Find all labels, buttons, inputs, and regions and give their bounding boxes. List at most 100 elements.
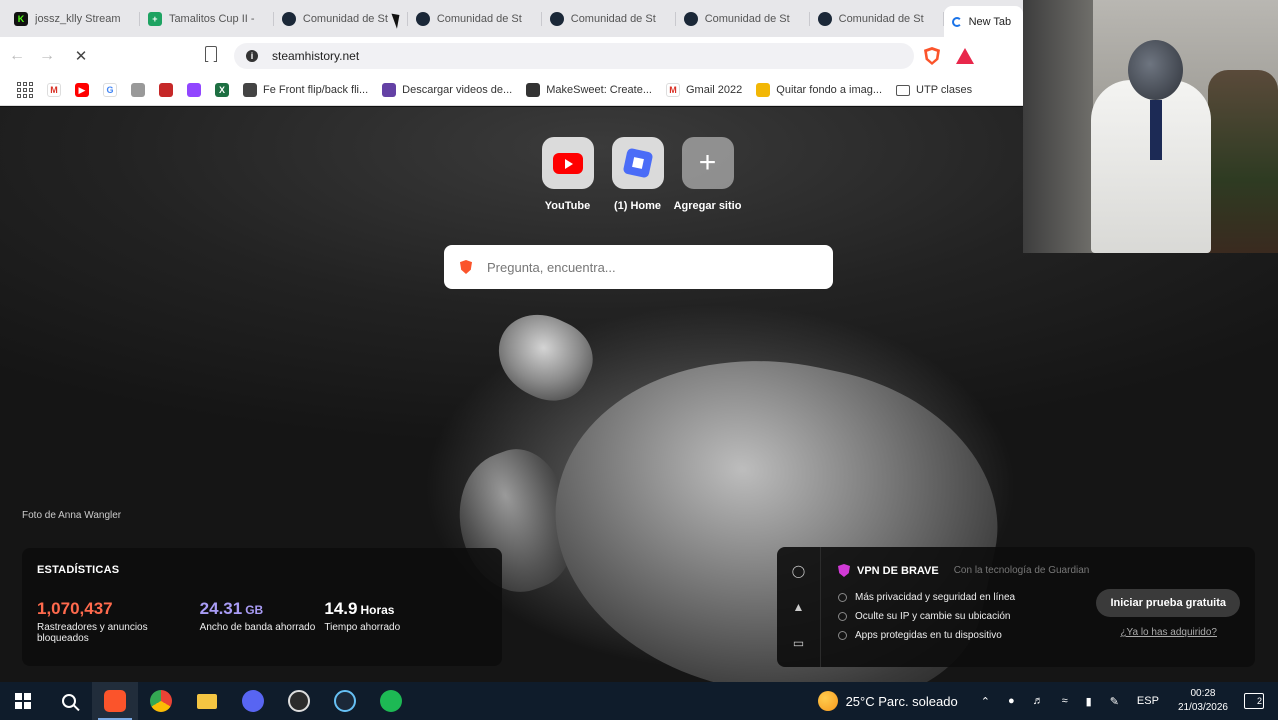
bookmark-youtube[interactable]: ▶: [68, 83, 96, 97]
microphone-icon[interactable]: ●: [1008, 695, 1015, 707]
shortcut-label: Agregar sitio: [673, 200, 742, 212]
stat-label: Ancho de banda ahorrado: [199, 622, 316, 633]
bookmark-excel[interactable]: X: [208, 83, 236, 97]
search-placeholder: Pregunta, encuentra...: [487, 259, 616, 275]
search-icon: [62, 694, 76, 708]
bookmark-item[interactable]: M Gmail 2022: [659, 83, 749, 97]
brave-rewards-icon[interactable]: [956, 48, 974, 64]
search-box[interactable]: Pregunta, encuentra...: [444, 245, 833, 289]
discord-icon: [242, 690, 264, 712]
bookmark-google[interactable]: G: [96, 83, 124, 97]
tab-steam-community-5[interactable]: Comunidad de St: [810, 4, 944, 34]
bookmark-gmail[interactable]: M: [40, 83, 68, 97]
address-bar[interactable]: i steamhistory.net: [234, 43, 914, 69]
loading-icon: [951, 16, 962, 27]
shortcut-tile: [611, 137, 664, 189]
start-trial-button[interactable]: Iniciar prueba gratuita: [1096, 589, 1240, 617]
vpn-powered-by: Con la tecnología de Guardian: [953, 565, 1090, 576]
weather-text[interactable]: 25°C Parc. soleado: [846, 694, 958, 709]
talk-icon[interactable]: ▭: [793, 636, 804, 650]
steam-icon: [683, 11, 698, 26]
back-button[interactable]: ←: [4, 43, 30, 69]
bookmark-item[interactable]: Quitar fondo a imag...: [749, 83, 889, 97]
clock-date: 21/03/2026: [1177, 702, 1228, 713]
weather-icon[interactable]: [817, 691, 838, 711]
bookmark-twitch[interactable]: [180, 83, 208, 97]
taskbar-discord[interactable]: [230, 682, 276, 720]
shortcut-roblox-home[interactable]: (1) Home: [610, 137, 665, 212]
top-sites: YouTube (1) Home + Agregar sitio: [540, 137, 741, 212]
chevron-up-icon[interactable]: ⌃: [981, 695, 990, 708]
notification-center-icon[interactable]: 2: [1244, 693, 1264, 709]
url-text: steamhistory.net: [272, 49, 360, 63]
tab-title: Comunidad de St: [436, 12, 522, 25]
youtube-icon: ▶: [75, 83, 89, 97]
apps-grid-icon: [17, 82, 33, 98]
system-tray: 25°C Parc. soleado ⌃ ● ♬ ≈ ▮ ✎ ESP 00:28…: [817, 682, 1278, 720]
check-icon: [838, 593, 847, 602]
pen-icon[interactable]: ✎: [1110, 695, 1119, 708]
stat-value: 1,070,437: [37, 599, 113, 618]
bookmark-item[interactable]: MakeSweet: Create...: [519, 83, 659, 97]
tab-strip: K jossz_klly Stream + Tamalitos Cup II -…: [0, 0, 1023, 37]
taskbar-file-explorer[interactable]: [184, 682, 230, 720]
vpn-feature: Más privacidad y seguridad en línea: [838, 588, 1015, 607]
bookmark-folder[interactable]: UTP clases: [889, 84, 979, 96]
battery-icon[interactable]: ▮: [1086, 695, 1092, 708]
chrome-icon: [150, 690, 172, 712]
stat-bandwidth: 24.31 GB Ancho de banda ahorrado: [200, 599, 325, 644]
stat-time: 14.9 Horas Tiempo ahorrado: [324, 599, 487, 644]
webcam-person-tie: [1150, 100, 1162, 160]
search-button[interactable]: [46, 682, 92, 720]
tab-title: New Tab: [968, 15, 1012, 28]
language-indicator[interactable]: ESP: [1137, 695, 1159, 707]
kick-icon: K: [14, 11, 28, 26]
spotify-icon: [380, 690, 402, 712]
taskbar-steam[interactable]: [322, 682, 368, 720]
bookmark-label: Gmail 2022: [686, 84, 743, 96]
steam-icon: [334, 690, 356, 712]
bookmark-item[interactable]: Fe Front flip/back fli...: [236, 83, 375, 97]
shield-icon[interactable]: ◯: [792, 564, 805, 578]
apps-button[interactable]: [10, 82, 40, 98]
brave-search-icon: [460, 260, 472, 274]
tab-new-tab[interactable]: New Tab: [943, 6, 1023, 37]
tab-tamalitos-cup[interactable]: + Tamalitos Cup II -: [140, 4, 274, 34]
start-button[interactable]: [0, 682, 46, 720]
bookmark-icon[interactable]: [205, 46, 217, 62]
tab-steam-community-3[interactable]: Comunidad de St: [542, 4, 676, 34]
add-site-button[interactable]: + Agregar sitio: [674, 137, 741, 212]
taskbar-brave[interactable]: [92, 682, 138, 720]
site-info-icon[interactable]: i: [246, 50, 258, 62]
rewards-icon[interactable]: ▲: [793, 600, 805, 614]
shortcut-label: (1) Home: [613, 200, 662, 212]
stop-loading-button[interactable]: ✕: [68, 43, 94, 69]
bookmark-page[interactable]: [124, 83, 152, 97]
tab-steam-community-2[interactable]: Comunidad de St: [408, 4, 542, 34]
tab-kick-stream[interactable]: K jossz_klly Stream: [6, 4, 140, 34]
google-icon: G: [103, 83, 117, 97]
forward-button[interactable]: →: [34, 43, 60, 69]
taskbar-spotify[interactable]: [368, 682, 414, 720]
clock[interactable]: 00:28 21/03/2026: [1178, 687, 1228, 715]
bookmark-item[interactable]: Descargar videos de...: [375, 83, 519, 97]
folder-icon: [197, 693, 217, 709]
taskbar-obs[interactable]: [276, 682, 322, 720]
vpn-features: Más privacidad y seguridad en línea Ocul…: [838, 588, 1015, 645]
bookmark-calendar[interactable]: [152, 83, 180, 97]
bookmark-label: Quitar fondo a imag...: [776, 84, 883, 96]
already-purchased-link[interactable]: ¿Ya lo has adquirido?: [1120, 627, 1217, 638]
volume-icon[interactable]: ♬: [1033, 695, 1044, 707]
notification-count: 2: [1256, 696, 1262, 706]
makesweet-icon: [526, 83, 541, 97]
network-icon[interactable]: ≈: [1062, 695, 1068, 707]
taskbar-chrome[interactable]: [138, 682, 184, 720]
roblox-icon: [622, 147, 653, 179]
stat-trackers: 1,070,437 Rastreadores y anuncios bloque…: [37, 599, 200, 644]
photo-credit[interactable]: Foto de Anna Wangler: [22, 510, 121, 521]
shortcut-youtube[interactable]: YouTube: [540, 137, 595, 212]
webcam-background: [1023, 0, 1093, 253]
brave-shields-icon[interactable]: [924, 47, 940, 65]
tab-steam-community-1[interactable]: Comunidad de St: [274, 4, 408, 34]
tab-steam-community-4[interactable]: Comunidad de St: [676, 4, 810, 34]
